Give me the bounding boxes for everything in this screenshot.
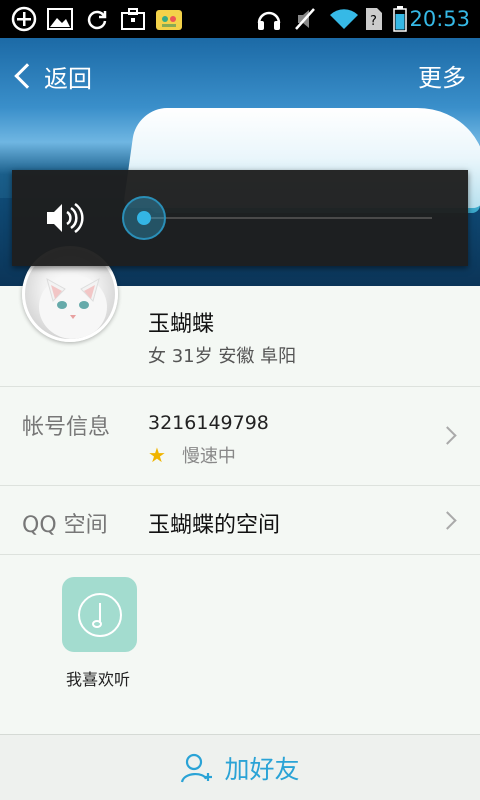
svg-text:?: ? (370, 14, 377, 29)
star-icon: ★ (148, 443, 166, 467)
back-arrow-icon (14, 63, 40, 89)
briefcase-icon (120, 6, 146, 32)
back-label: 返回 (44, 64, 92, 93)
account-status-text: 慢速中 (181, 446, 236, 467)
account-status: ★ 慢速中 (148, 442, 236, 468)
music-tile[interactable] (62, 577, 137, 652)
music-note-icon (77, 592, 122, 637)
volume-overlay (12, 170, 468, 266)
music-label: 我喜欢听 (66, 670, 131, 689)
profile-info: 女 31岁 安徽 阜阳 (148, 346, 297, 367)
back-button[interactable]: 返回 (12, 58, 92, 94)
speaker-icon[interactable] (44, 200, 84, 236)
clock-time: 20:53 (409, 7, 470, 31)
add-circle-icon (10, 6, 38, 32)
chevron-right-icon (438, 511, 457, 530)
qzone-space-name: 玉蝴蝶的空间 (148, 513, 281, 538)
qzone-label: QQ 空间 (22, 513, 108, 538)
headphones-icon (255, 6, 283, 32)
volume-slider-track[interactable] (144, 217, 432, 219)
qq-notification-icon (154, 6, 184, 32)
volume-slider-thumb[interactable] (122, 196, 166, 240)
add-friend-label: 加好友 (224, 754, 300, 784)
no-sim-icon: ? (364, 6, 384, 32)
sync-icon (84, 6, 110, 32)
mute-icon (292, 6, 318, 32)
status-bar: ? 20:53 (0, 0, 480, 38)
account-info-label: 帐号信息 (22, 415, 111, 440)
add-friend-button[interactable]: 加好友 (0, 734, 480, 800)
profile-name: 玉蝴蝶 (148, 312, 215, 337)
account-number: 3216149798 (148, 412, 269, 434)
account-info-row[interactable]: 帐号信息 (0, 387, 480, 485)
image-icon (46, 6, 74, 32)
chevron-right-icon (438, 426, 457, 445)
add-friend-icon (180, 751, 214, 785)
more-button[interactable]: 更多 (418, 58, 466, 93)
wifi-icon (328, 6, 360, 32)
battery-icon (390, 6, 410, 32)
divider (0, 554, 480, 555)
